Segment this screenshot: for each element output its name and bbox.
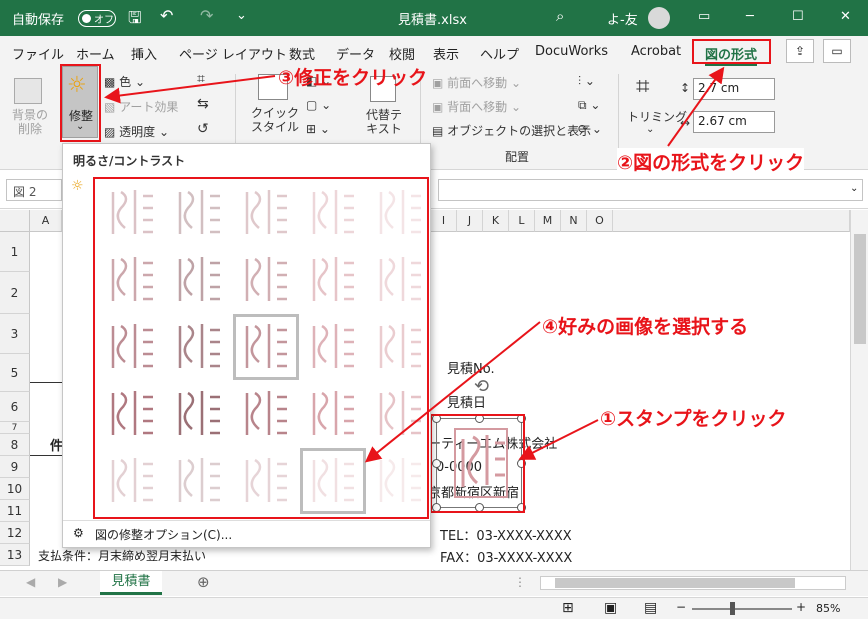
zoom-level[interactable]: 85% bbox=[816, 602, 840, 615]
annotation-arrows bbox=[104, 66, 725, 463]
arrow-1 bbox=[518, 419, 599, 460]
horizontal-scrollbar-thumb[interactable] bbox=[555, 578, 795, 588]
next-sheet-icon[interactable]: ▶ bbox=[58, 575, 67, 589]
page-layout-view-icon[interactable]: ▣ bbox=[604, 600, 617, 616]
zoom-in-icon[interactable]: + bbox=[796, 600, 806, 614]
status-bar: ⊞ ▣ ▤ − + 85% bbox=[0, 597, 868, 619]
zoom-slider-thumb[interactable] bbox=[730, 602, 735, 615]
arrow-4 bbox=[364, 321, 541, 463]
sheet-tab[interactable]: 見積書 bbox=[100, 571, 162, 595]
zoom-slider[interactable] bbox=[692, 608, 792, 610]
zoom-out-icon[interactable]: − bbox=[676, 600, 686, 614]
add-sheet-icon[interactable]: ⊕ bbox=[197, 573, 210, 591]
page-break-view-icon[interactable]: ▤ bbox=[644, 600, 657, 616]
prev-sheet-icon[interactable]: ◀ bbox=[26, 575, 35, 589]
normal-view-icon[interactable]: ⊞ bbox=[562, 600, 574, 616]
tab-splitter-icon[interactable]: ⋮ bbox=[514, 575, 526, 589]
arrow-2 bbox=[667, 66, 725, 147]
horizontal-scrollbar[interactable] bbox=[540, 576, 846, 590]
sheet-tabs-bar: ◀ ▶ 見積書 ⊕ ⋮ bbox=[0, 570, 868, 596]
arrow-3 bbox=[104, 75, 276, 104]
